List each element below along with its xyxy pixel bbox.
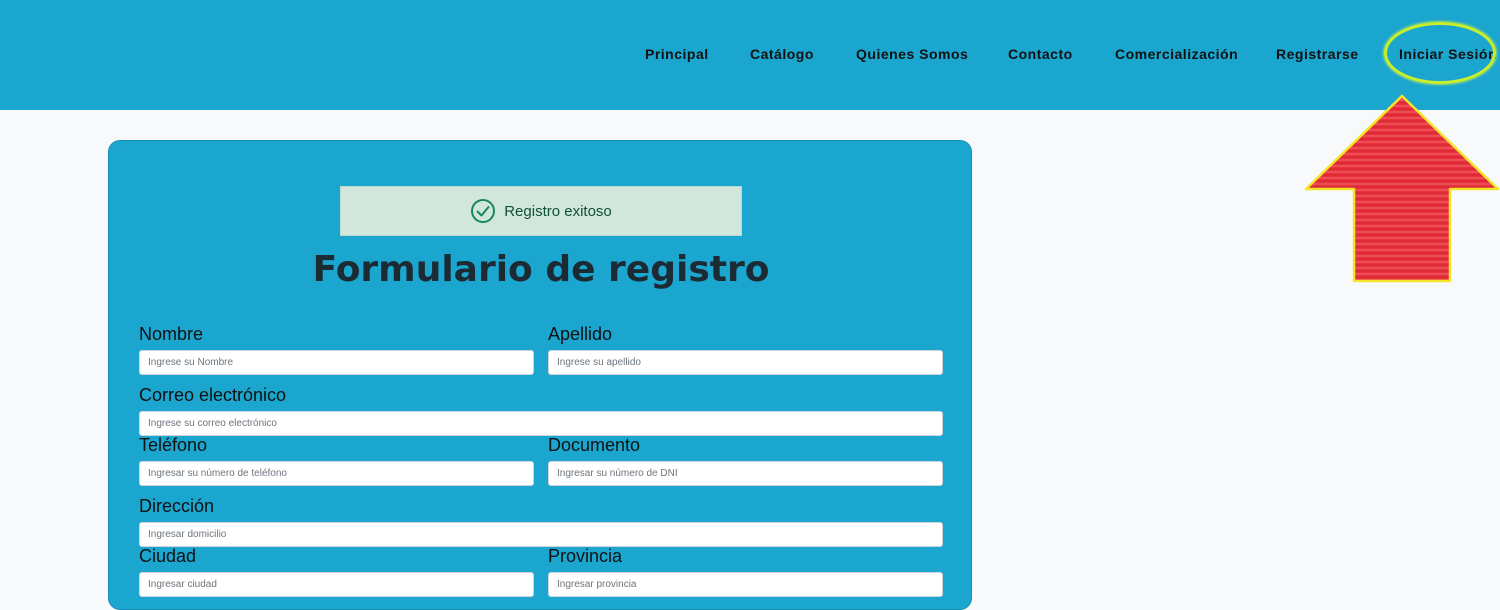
nav-registrarse[interactable]: Registrarse: [1276, 46, 1359, 62]
nav-catalogo[interactable]: Catálogo: [750, 46, 814, 62]
form-title: Formulario de registro: [312, 249, 770, 290]
email-input[interactable]: [139, 411, 943, 436]
top-navbar: Principal Catálogo Quienes Somos Contact…: [0, 0, 1500, 110]
label-documento: Documento: [548, 435, 641, 455]
ciudad-input[interactable]: [139, 572, 534, 597]
alert-text: Registro exitoso: [504, 202, 612, 220]
label-telefono: Teléfono: [139, 435, 208, 455]
nav-quienes-somos[interactable]: Quienes Somos: [856, 46, 968, 62]
check-circle-icon: [471, 199, 496, 223]
direccion-input[interactable]: [139, 522, 943, 547]
nav-contacto[interactable]: Contacto: [1008, 46, 1073, 62]
success-alert: Registro exitoso: [340, 186, 742, 236]
apellido-input[interactable]: [548, 350, 943, 375]
label-ciudad: Ciudad: [139, 546, 197, 566]
up-arrow-annotation: [1304, 94, 1500, 283]
highlight-circle-annotation: [1384, 22, 1496, 84]
telefono-input[interactable]: [139, 461, 534, 486]
label-direccion: Dirección: [139, 496, 215, 516]
label-correo: Correo electrónico: [139, 385, 287, 405]
documento-input[interactable]: [548, 461, 943, 486]
registration-card: Registro exitoso Formulario de registro …: [108, 140, 972, 610]
label-nombre: Nombre: [139, 324, 204, 344]
provincia-input[interactable]: [548, 572, 943, 597]
nav-principal[interactable]: Principal: [645, 46, 709, 62]
label-provincia: Provincia: [548, 546, 623, 566]
label-apellido: Apellido: [548, 324, 613, 344]
nombre-input[interactable]: [139, 350, 534, 375]
nav-comercializacion[interactable]: Comercialización: [1115, 46, 1238, 62]
